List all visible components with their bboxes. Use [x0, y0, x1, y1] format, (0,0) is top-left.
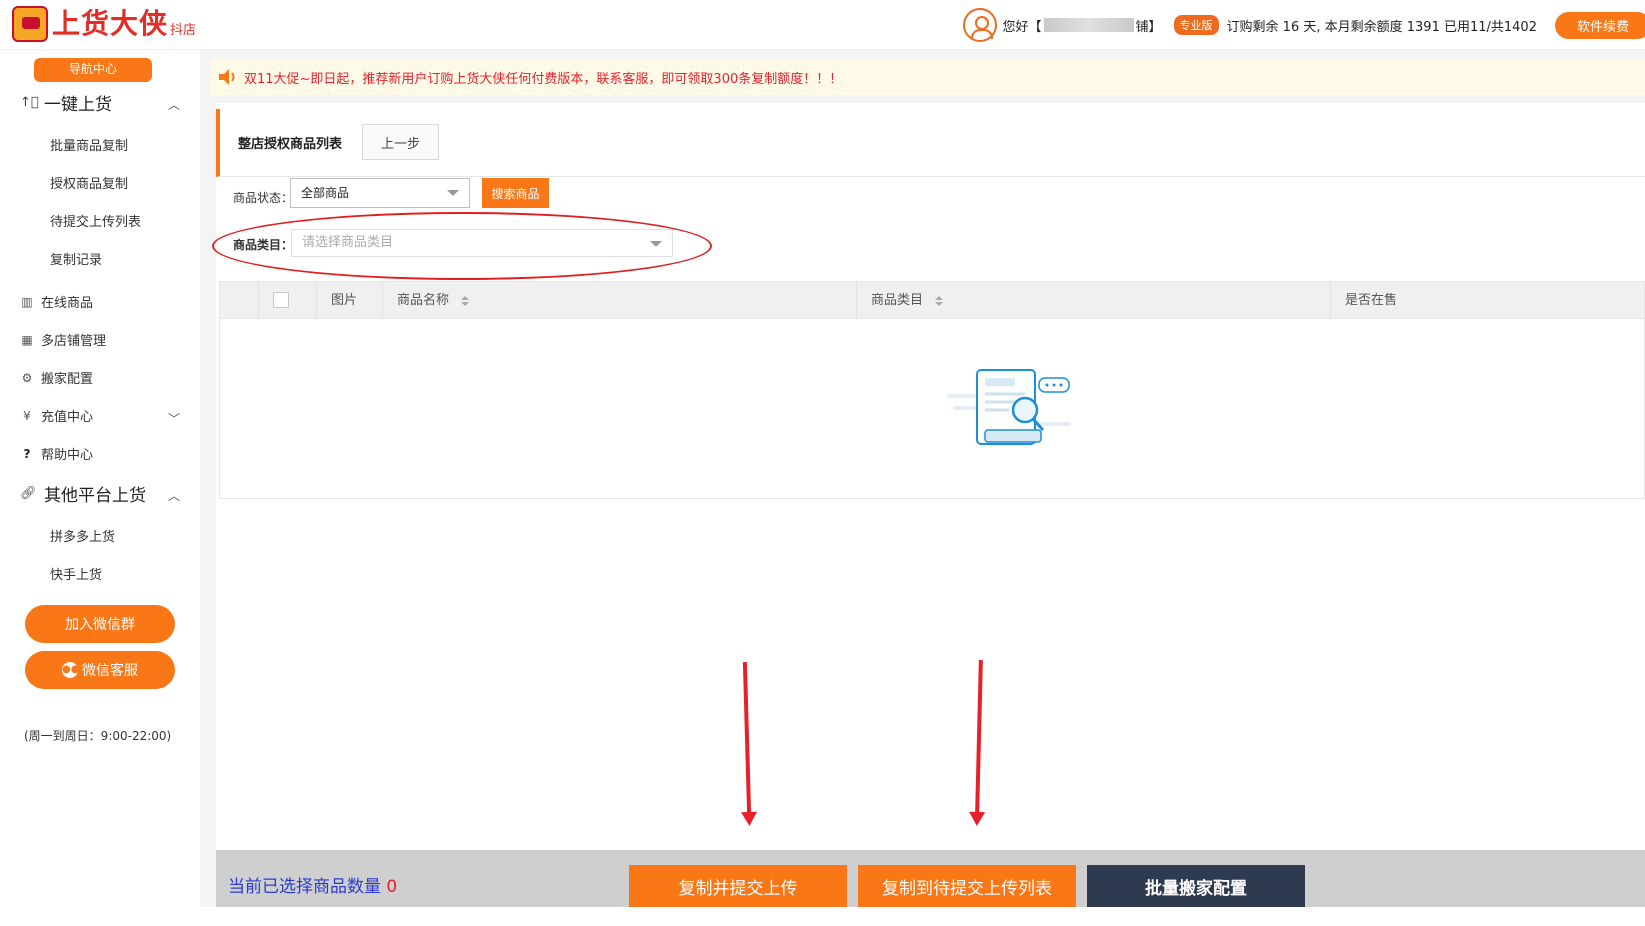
sidebar-item-kuaishou[interactable]: 快手上货	[50, 564, 102, 583]
sidebar-group-label: 其他平台上货	[44, 486, 146, 506]
logo-mascot-icon	[12, 6, 48, 42]
button-label: 微信客服	[82, 663, 138, 679]
wechat-icon: ●●	[62, 662, 79, 678]
status-select[interactable]: 全部商品	[290, 178, 470, 208]
grid-icon: ▦	[21, 332, 33, 347]
bottom-action-bar: 当前已选择商品数量 0 复制并提交上传 复制到待提交上传列表 批量搬家配置	[216, 850, 1645, 907]
upload-circle-icon: ↑⃝	[20, 95, 39, 110]
page-title: 整店授权商品列表	[238, 137, 343, 152]
list-icon: ▥	[21, 294, 33, 309]
speaker-icon	[219, 69, 235, 85]
sidebar-group-one-click[interactable]: ↑⃝ 一键上货	[20, 90, 112, 115]
th-category[interactable]: 商品类目	[856, 282, 1330, 319]
sidebar-item-recharge[interactable]: ¥ 充值中心	[20, 406, 94, 426]
main-panel: 整店授权商品列表 上一步 商品状态： 全部商品 搜索商品 商品类目： 请选择商品…	[212, 103, 1645, 903]
greeting-suffix: 铺】	[1135, 19, 1162, 35]
chevron-down-icon[interactable]: ﹀	[168, 410, 180, 427]
link-icon: 🔗︎	[20, 486, 37, 501]
sort-icon[interactable]	[935, 295, 944, 306]
panel-header: 整店授权商品列表 上一步	[216, 109, 1645, 177]
renew-button[interactable]: 软件续费	[1554, 11, 1645, 39]
sidebar-item-move-config[interactable]: ⚙ 搬家配置	[20, 368, 94, 388]
sidebar-item-label: 搬家配置	[41, 372, 94, 387]
quota-text: 订购剩余 16 天, 本月剩余额度 1391 已用11/共1402	[1226, 19, 1537, 35]
batch-move-config-button[interactable]: 批量搬家配置	[1087, 865, 1305, 907]
copy-to-pending-button[interactable]: 复制到待提交上传列表	[858, 865, 1076, 907]
sidebar-item-help[interactable]: ? 帮助中心	[20, 444, 94, 464]
promo-notice: 双11大促~即日起，推荐新用户订购上货大侠任何付费版本，联系客服，即可领取300…	[210, 59, 1645, 95]
sort-icon[interactable]	[461, 295, 470, 306]
sidebar-item-multi-store[interactable]: ▦ 多店铺管理	[20, 330, 107, 350]
sidebar-item-online-goods[interactable]: ▥ 在线商品	[20, 292, 94, 312]
chevron-up-icon[interactable]: ︿	[168, 96, 180, 113]
yen-circle-icon: ¥	[23, 408, 31, 423]
user-area: 您好【 铺】 专业版 订购剩余 16 天, 本月剩余额度 1391 已用11/共…	[962, 8, 1645, 42]
sidebar-item-label: 多店铺管理	[41, 334, 107, 349]
sidebar-group-other[interactable]: 🔗︎ 其他平台上货	[20, 481, 146, 506]
question-icon: ?	[23, 446, 31, 461]
prev-step-button[interactable]: 上一步	[362, 124, 439, 160]
search-goods-button[interactable]: 搜索商品	[482, 178, 549, 208]
selected-label: 当前已选择商品数量	[228, 877, 381, 897]
copy-and-submit-button[interactable]: 复制并提交上传	[629, 865, 847, 907]
brand-name: 上货大侠	[52, 7, 169, 40]
brand-logo[interactable]: 上货大侠 抖店	[12, 6, 196, 42]
th-label: 商品类目	[871, 293, 924, 308]
greeting-prefix: 您好【	[1002, 19, 1042, 35]
chevron-up-icon[interactable]: ︿	[168, 487, 180, 504]
service-hours: (周一到周日：9:00-22:00)	[24, 729, 172, 743]
th-label: 商品名称	[397, 293, 450, 308]
th-label: 图片	[331, 293, 358, 308]
gear-icon: ⚙	[21, 370, 33, 385]
th-on-sale: 是否在售	[1330, 282, 1644, 319]
select-all-checkbox[interactable]	[273, 292, 289, 308]
sidebar-item-label: 在线商品	[41, 296, 94, 311]
brand-sub: 抖店	[170, 23, 197, 38]
nav-center-button[interactable]: 导航中心	[34, 58, 152, 82]
sidebar-item-copy-records[interactable]: 复制记录	[50, 249, 102, 268]
status-select-value: 全部商品	[301, 186, 350, 200]
th-label: 是否在售	[1345, 293, 1398, 308]
sidebar-item-pending-list[interactable]: 待提交上传列表	[50, 211, 141, 230]
sidebar-group-label: 一键上货	[44, 95, 112, 115]
selected-count: 0	[386, 877, 398, 897]
user-avatar-icon[interactable]	[962, 8, 997, 42]
goods-table: 图片 商品名称 商品类目 是否在售	[219, 281, 1645, 499]
th-image: 图片	[316, 282, 386, 319]
sidebar-item-label: 充值中心	[41, 410, 94, 425]
sidebar: 导航中心 ↑⃝ 一键上货 ︿ 批量商品复制 授权商品复制 待提交上传列表 复制记…	[0, 50, 200, 926]
annotation-ellipse	[212, 212, 712, 280]
status-label: 商品状态：	[233, 191, 294, 205]
button-label: 加入微信群	[65, 617, 135, 633]
notice-text: 双11大促~即日起，推荐新用户订购上货大侠任何付费版本，联系客服，即可领取300…	[244, 71, 843, 87]
blurred-username	[1043, 18, 1134, 32]
sidebar-item-batch-copy[interactable]: 批量商品复制	[50, 135, 128, 154]
table-header: 图片 商品名称 商品类目 是否在售	[220, 282, 1644, 319]
wechat-service-button[interactable]: ●● 微信客服	[25, 651, 175, 689]
th-name[interactable]: 商品名称	[382, 282, 856, 319]
selected-count-text: 当前已选择商品数量 0	[228, 872, 397, 897]
sidebar-item-pdd[interactable]: 拼多多上货	[50, 526, 115, 545]
bottom-strip	[0, 907, 1645, 926]
empty-data-icon	[947, 369, 1071, 445]
join-wechat-group-button[interactable]: 加入微信群	[25, 605, 175, 643]
caret-down-icon	[447, 190, 459, 196]
sidebar-item-auth-copy[interactable]: 授权商品复制	[50, 173, 128, 192]
sidebar-item-label: 帮助中心	[41, 448, 94, 463]
plan-badge: 专业版	[1173, 15, 1219, 35]
top-header: 上货大侠 抖店 您好【 铺】 专业版 订购剩余 16 天, 本月剩余额度 139…	[0, 0, 1645, 50]
